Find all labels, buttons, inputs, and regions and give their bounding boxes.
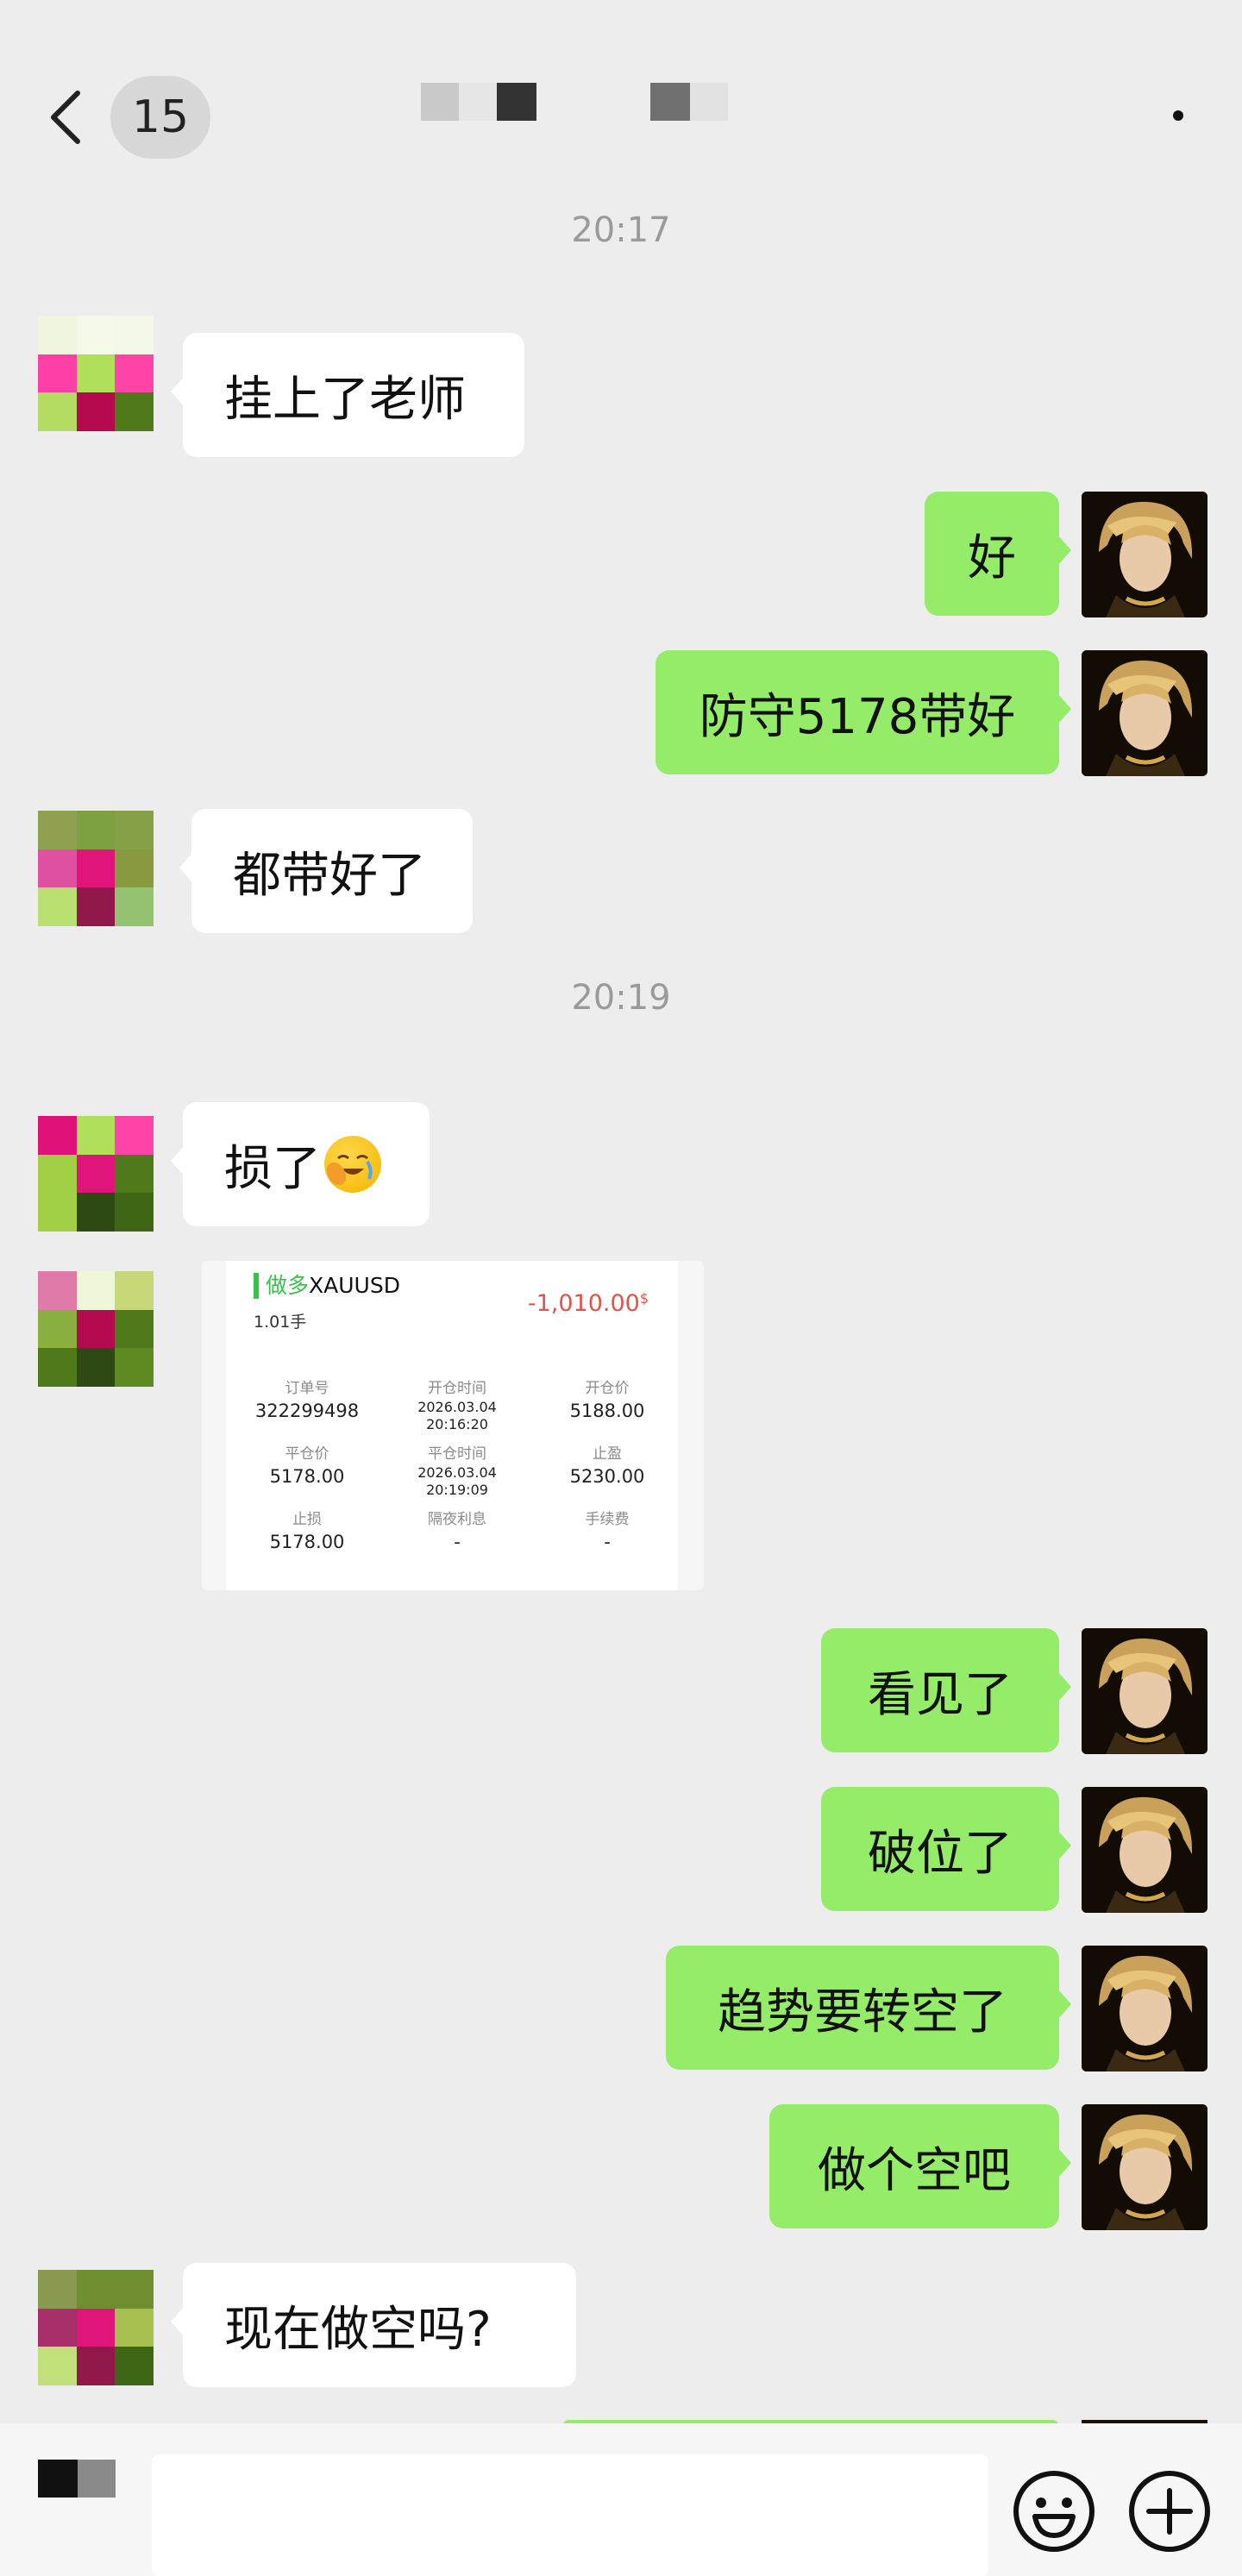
trade-side-label: 做多 bbox=[254, 1273, 309, 1299]
message-input[interactable] bbox=[152, 2454, 988, 2576]
trade-field-commission: 手续费 - bbox=[585, 1511, 630, 1552]
trade-pnl: -1,010.00$ bbox=[527, 1290, 649, 1317]
message-bubble-incoming[interactable]: 损了 bbox=[171, 1102, 430, 1226]
message-text: 破位了 bbox=[868, 1825, 1013, 1882]
trade-screenshot-image[interactable]: 做多 XAUUSD 1.01手 -1,010.00$ 订单号 322299498 … bbox=[202, 1261, 704, 1590]
message-bubble-outgoing[interactable]: 防守5178带好 bbox=[656, 650, 1071, 774]
contact-avatar[interactable] bbox=[38, 2270, 154, 2385]
trade-field-stop-loss: 止损 5178.00 bbox=[269, 1511, 345, 1552]
message-text: 做个空吧 bbox=[818, 2142, 1011, 2199]
trade-symbol: XAUUSD bbox=[309, 1273, 400, 1298]
trade-field-open-time: 开仓时间 2026.03.04 20:16:20 bbox=[417, 1380, 497, 1432]
self-avatar[interactable] bbox=[1082, 2104, 1208, 2230]
chevron-left-icon bbox=[51, 91, 80, 144]
message-bubble-outgoing[interactable]: 做个空吧 bbox=[769, 2104, 1071, 2228]
gold-haired-portrait-icon bbox=[1082, 492, 1208, 617]
message-input-bar bbox=[0, 2423, 1242, 2576]
gold-haired-portrait-icon bbox=[1082, 650, 1208, 776]
contact-avatar[interactable] bbox=[38, 316, 154, 431]
more-options-icon[interactable] bbox=[1173, 110, 1183, 121]
message-text: 防守5178带好 bbox=[699, 688, 1016, 745]
message-text: 好 bbox=[968, 530, 1016, 586]
voice-toggle-blurred-icon[interactable] bbox=[38, 2460, 116, 2498]
gold-haired-portrait-icon bbox=[1082, 1628, 1208, 1754]
message-text: 挂上了老师 bbox=[224, 371, 466, 428]
self-avatar[interactable] bbox=[1082, 650, 1208, 776]
message-text: 都带好了 bbox=[233, 847, 426, 904]
trade-card: 做多 XAUUSD 1.01手 -1,010.00$ 订单号 322299498 … bbox=[226, 1261, 678, 1590]
trade-lots: 1.01手 bbox=[254, 1313, 307, 1332]
message-text: 现在做空吗? bbox=[224, 2301, 492, 2358]
message-text: 损了 bbox=[224, 1140, 321, 1197]
timestamp: 20:19 bbox=[571, 978, 671, 1018]
message-bubble-outgoing[interactable]: 破位了 bbox=[821, 1787, 1071, 1911]
message-bubble-outgoing[interactable]: 趋势要转空了 bbox=[666, 1946, 1071, 2070]
message-text: 趋势要转空了 bbox=[718, 1984, 1007, 2040]
trade-field-open-price: 开仓价 5188.00 bbox=[569, 1380, 645, 1421]
self-avatar[interactable] bbox=[1082, 1787, 1208, 1913]
trade-field-close-time: 平仓时间 2026.03.04 20:19:09 bbox=[417, 1445, 497, 1498]
self-avatar[interactable] bbox=[1082, 1946, 1208, 2071]
trade-field-swap: 隔夜利息 - bbox=[428, 1511, 486, 1552]
self-avatar[interactable] bbox=[1082, 492, 1208, 617]
chat-header: 15 bbox=[0, 0, 1242, 164]
trade-field-order-id: 订单号 322299498 bbox=[254, 1380, 360, 1421]
timestamp: 20:17 bbox=[571, 210, 671, 250]
plus-circle-icon[interactable] bbox=[1126, 2468, 1213, 2554]
back-button[interactable] bbox=[45, 86, 86, 148]
message-bubble-outgoing[interactable]: 看见了 bbox=[821, 1628, 1071, 1752]
gold-haired-portrait-icon bbox=[1082, 1946, 1208, 2071]
message-bubble-incoming[interactable]: 都带好了 bbox=[179, 809, 473, 933]
crying-laughing-emoji-icon bbox=[324, 1136, 381, 1193]
trade-field-close-price: 平仓价 5178.00 bbox=[269, 1445, 345, 1487]
contact-avatar[interactable] bbox=[38, 1116, 154, 1232]
message-bubble-incoming[interactable]: 现在做空吗? bbox=[171, 2263, 576, 2387]
contact-avatar[interactable] bbox=[38, 811, 154, 926]
contact-avatar[interactable] bbox=[38, 1271, 154, 1387]
message-text: 看见了 bbox=[868, 1666, 1013, 1723]
smiley-icon[interactable] bbox=[1011, 2468, 1097, 2554]
trade-field-take-profit: 止盈 5230.00 bbox=[569, 1445, 645, 1487]
message-bubble-incoming[interactable]: 挂上了老师 bbox=[171, 333, 524, 457]
self-avatar[interactable] bbox=[1082, 1628, 1208, 1754]
gold-haired-portrait-icon bbox=[1082, 2104, 1208, 2230]
gold-haired-portrait-icon bbox=[1082, 1787, 1208, 1913]
unread-count-badge[interactable]: 15 bbox=[110, 76, 210, 159]
message-bubble-outgoing[interactable]: 好 bbox=[925, 492, 1071, 616]
